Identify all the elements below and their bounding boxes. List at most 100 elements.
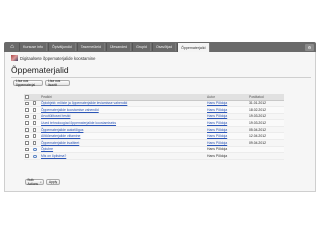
table-row: Õppematerjalide autoriõigus Hans Põldoja 0… (24, 126, 284, 134)
author-link[interactable]: Hans Põldoja (207, 128, 227, 132)
tab-kursuse-info[interactable]: Kursuse info (19, 43, 47, 51)
posted-date: 18.02.2012 (248, 106, 284, 114)
table-row: Õpiobjekt: mõiste ja õppematerjalide lev… (24, 100, 284, 108)
tab-osavotjad[interactable]: Osavõtjad (151, 43, 177, 51)
row-select-cell (24, 146, 32, 154)
author-link[interactable]: Hans Põldoja (207, 108, 227, 112)
document-icon (33, 114, 36, 119)
material-title-link[interactable]: Õppematerjalide autoriõigus (41, 128, 83, 132)
add-link-button[interactable]: Lisa uus lisaviit (45, 79, 70, 87)
author-link: Hans Põldoja (207, 154, 228, 159)
material-title-link[interactable]: Õpiubre (41, 147, 53, 151)
posted-date: 12.04.2012 (248, 132, 284, 141)
row-checkbox[interactable] (25, 134, 29, 139)
link-icon (33, 154, 37, 158)
row-checkbox[interactable] (25, 147, 29, 152)
row-select-cell (24, 100, 32, 108)
home-icon[interactable]: ⌂ (6, 43, 18, 51)
author-link[interactable]: Hans Põldoja (207, 114, 227, 118)
row-author-cell: Hans Põldoja (206, 100, 248, 108)
tab-oppematerjalid[interactable]: Õppematerjalid (177, 43, 210, 52)
author-link[interactable]: Hans Põldoja (207, 101, 227, 105)
material-title-link[interactable]: Arvutiülitused testid (41, 114, 70, 118)
table-row: Õpiubre Hans Põldoja (24, 146, 284, 154)
row-author-cell: Hans Põldoja (206, 139, 248, 147)
course-thumbnail (11, 55, 18, 61)
author-link[interactable]: Hans Põldoja (207, 121, 227, 125)
posted-date: 19.03.2012 (248, 113, 284, 121)
row-checkbox[interactable] (25, 141, 29, 145)
posted-date: 31.01.2012 (248, 100, 284, 108)
table-row: Alltöömaterjalide viitamine Hans Põldoja 1… (24, 132, 284, 141)
tab-grupid[interactable]: Grupid (132, 43, 151, 51)
row-author-cell: Hans Põldoja (206, 119, 248, 127)
table-row: Õppematerjalide koostamise vahendid Hans … (24, 106, 284, 114)
materials-table: Pealkiri Autor Postitatud Õpiobjekt: mõi… (24, 94, 284, 160)
chevron-down-icon: ▾ (40, 180, 42, 184)
posted-date (248, 152, 284, 160)
row-select-cell (24, 139, 32, 147)
page-title: Õppematerjalid (11, 65, 69, 75)
row-author-cell: Hans Põldoja (206, 132, 248, 141)
material-title-link[interactable]: Õpiobjekt: mõiste ja õppematerjalide lev… (41, 101, 127, 105)
row-select-cell (24, 152, 32, 160)
course-header: Digitaalsete õppematerjalide koostamine (11, 54, 95, 62)
row-select-cell (24, 132, 32, 141)
material-title-link[interactable]: Alltöömaterjalide viitamine (41, 134, 80, 138)
select-all-checkbox[interactable] (25, 95, 29, 99)
material-title-link[interactable]: Õppematerjalide koostamise vahendid (41, 108, 99, 112)
row-title-cell: Õppematerjalide koostamise vahendid (40, 106, 206, 114)
posted-date: 09.04.2012 (248, 139, 284, 147)
row-author-cell: Hans Põldoja (206, 152, 248, 160)
row-type-cell (32, 119, 40, 127)
row-title-cell: Õpiobjekt: mõiste ja õppematerjalide lev… (40, 100, 206, 108)
tab-ulesanded[interactable]: Ülesanded (105, 43, 132, 51)
row-author-cell: Hans Põldoja (206, 113, 248, 121)
row-checkbox[interactable] (25, 128, 29, 132)
document-icon (33, 140, 36, 145)
row-author-cell: Hans Põldoja (206, 126, 248, 134)
row-author-cell: Hans Põldoja (206, 146, 248, 154)
row-checkbox[interactable] (25, 108, 29, 112)
row-title-cell: Õppematerjalide kvaliteet (40, 139, 206, 147)
add-material-button[interactable]: Lisa uus õppematerjal (13, 79, 43, 87)
bulk-actions-select[interactable]: Bulk Actions ▾ (25, 178, 44, 186)
row-select-cell (24, 106, 32, 114)
author-link[interactable]: Hans Põldoja (207, 134, 227, 138)
row-checkbox[interactable] (25, 121, 29, 125)
row-type-cell (32, 139, 40, 147)
author-link: Hans Põldoja (207, 147, 228, 152)
row-type-cell (32, 152, 40, 160)
row-select-cell (24, 126, 32, 134)
bulk-actions-value: Bulk Actions (27, 178, 38, 186)
tab-tasemeuleid[interactable]: Tasemeüleid (76, 43, 105, 51)
course-tab-bar: ⌂ Kursuse info Õpiväljundid Tasemeüleid … (4, 42, 316, 52)
document-icon (33, 134, 36, 139)
row-type-cell (32, 132, 40, 141)
table-row: Uued tehnoloogiad õppematerjalide koosta… (24, 119, 284, 127)
document-icon (33, 101, 36, 106)
bulk-actions: Bulk Actions ▾ Apply (25, 178, 60, 186)
posted-date: 19.03.2012 (248, 119, 284, 127)
row-type-cell (32, 146, 40, 154)
material-title-link[interactable]: Mis on õpiisima? (41, 154, 66, 158)
row-select-cell (24, 113, 32, 121)
gear-icon[interactable]: ⚙ (305, 43, 314, 51)
material-title-link[interactable]: Õppematerjalide kvaliteet (41, 141, 79, 145)
row-author-cell: Hans Põldoja (206, 106, 248, 114)
posted-date: 05.04.2012 (248, 126, 284, 134)
row-title-cell: Alltöömaterjalide viitamine (40, 132, 206, 141)
document-icon (33, 127, 36, 132)
row-checkbox[interactable] (25, 114, 29, 119)
row-checkbox[interactable] (25, 101, 29, 106)
apply-button[interactable]: Apply (46, 179, 60, 185)
row-type-cell (32, 100, 40, 108)
author-link[interactable]: Hans Põldoja (207, 141, 227, 145)
tab-opivaljundid[interactable]: Õpiväljundid (47, 43, 76, 51)
course-title[interactable]: Digitaalsete õppematerjalide koostamine (20, 56, 95, 61)
row-checkbox[interactable] (25, 154, 29, 158)
row-title-cell: Õpiubre (40, 146, 206, 154)
material-title-link[interactable]: Uued tehnoloogiad õppematerjalide koosta… (41, 121, 116, 125)
link-icon (33, 148, 37, 152)
row-type-cell (32, 106, 40, 114)
